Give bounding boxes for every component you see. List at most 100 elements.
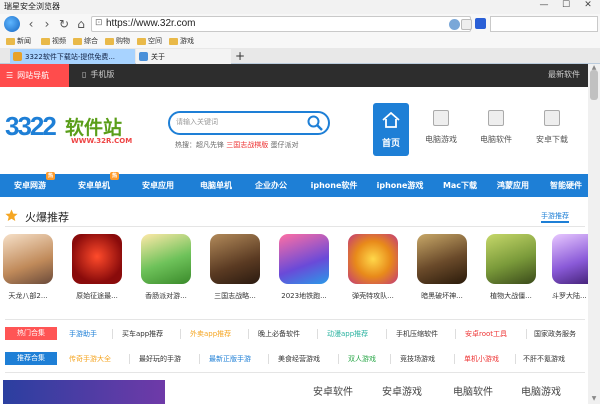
home-button[interactable]: ⌂ xyxy=(74,16,88,32)
app-icon xyxy=(3,234,53,284)
separator xyxy=(112,329,113,339)
hot-search-link[interactable]: 三国志战棋版 xyxy=(226,141,268,149)
app-item[interactable]: 暗黑破坏神... xyxy=(414,234,470,301)
collection-link[interactable]: 安卓root工具 xyxy=(465,329,507,339)
category-harmony[interactable]: 鸿蒙应用 xyxy=(487,174,539,197)
collection-link[interactable]: 美食经营游戏 xyxy=(278,354,320,364)
hot-search: 热搜：超凡先锋 三国志战棋版 蛋仔派对 xyxy=(175,141,299,149)
compat-mode-icon[interactable] xyxy=(449,19,460,30)
collection-link[interactable]: 传奇手游大全 xyxy=(69,354,111,364)
dropdown-icon[interactable] xyxy=(461,19,472,30)
maximize-button[interactable]: ☐ xyxy=(556,0,576,10)
separator xyxy=(248,329,249,339)
app-item[interactable]: 香肠派对游... xyxy=(138,234,194,301)
app-icon xyxy=(417,234,467,284)
app-icon xyxy=(141,234,191,284)
minimize-button[interactable]: — xyxy=(534,0,554,10)
separator xyxy=(390,354,391,364)
site-search-input[interactable]: 请输入关键词 xyxy=(168,111,330,135)
category-office[interactable]: 企业办公 xyxy=(243,174,299,197)
new-tab-button[interactable]: + xyxy=(235,49,245,63)
category-smart-hardware[interactable]: 智能硬件 xyxy=(540,174,592,197)
search-engine-icon[interactable] xyxy=(475,18,486,29)
pc-games-icon xyxy=(433,110,449,126)
separator xyxy=(526,329,527,339)
latest-software-link[interactable]: 最新软件 xyxy=(548,69,580,80)
category-android-apps[interactable]: 安卓应用 xyxy=(130,174,186,197)
app-item[interactable]: 原始征途最... xyxy=(69,234,125,301)
site-logo[interactable]: 3322 软件站 WWW.32R.COM xyxy=(5,107,145,151)
tab-android-games[interactable]: 安卓游戏 xyxy=(382,383,422,398)
tab-android-software[interactable]: 安卓软件 xyxy=(313,383,353,398)
tab-pc-software[interactable]: 电脑软件 xyxy=(453,383,493,398)
hot-search-link[interactable]: 超凡先锋 xyxy=(196,141,224,149)
collection-link[interactable]: 国家政务服务 xyxy=(534,329,576,339)
url-text[interactable]: https://www.32r.com xyxy=(106,18,195,29)
app-icon xyxy=(348,234,398,284)
mobile-version-link[interactable]: ▯ 手机版 xyxy=(82,69,114,80)
collection-link[interactable]: 不肝不氪游戏 xyxy=(523,354,565,364)
collection-link[interactable]: 动漫app推荐 xyxy=(327,329,368,339)
bookmark-games[interactable]: 游戏 xyxy=(169,35,194,47)
collection-link[interactable]: 晚上必备软件 xyxy=(258,329,300,339)
app-item[interactable]: 2023地铁跑... xyxy=(276,234,332,301)
category-mac[interactable]: Mac下载 xyxy=(434,174,486,197)
tab-32r[interactable]: 3322软件下载站-提供免费... xyxy=(10,49,135,64)
hot-badge: 热 xyxy=(110,172,120,180)
app-item[interactable]: 三国志战略... xyxy=(207,234,263,301)
category-iphone-software[interactable]: iphone软件 xyxy=(302,174,366,197)
bookmark-shopping[interactable]: 购物 xyxy=(105,35,130,47)
tab-about[interactable]: 关于 xyxy=(136,49,231,64)
collection-link[interactable]: 最好玩的手游 xyxy=(139,354,181,364)
bookmark-video[interactable]: 视频 xyxy=(41,35,66,47)
site-nav-button[interactable]: ☰ 网站导航 xyxy=(0,64,69,87)
refresh-button[interactable]: ↻ xyxy=(57,16,71,32)
collection-link[interactable]: 单机小游戏 xyxy=(464,354,499,364)
bookmark-space[interactable]: 空间 xyxy=(137,35,162,47)
collection-link[interactable]: 外卖app推荐 xyxy=(190,329,231,339)
category-android-online[interactable]: 安卓网游热 xyxy=(2,172,58,197)
promo-banner[interactable] xyxy=(3,380,165,404)
back-button[interactable]: ‹ xyxy=(24,16,38,32)
category-pc-single[interactable]: 电脑单机 xyxy=(188,174,244,197)
divider xyxy=(5,226,585,227)
home-icon xyxy=(382,112,400,128)
search-input[interactable] xyxy=(490,16,598,32)
bookmark-news[interactable]: 新闻 xyxy=(6,35,31,47)
divider xyxy=(5,372,585,373)
nav-pc-software[interactable]: 电脑软件 xyxy=(473,110,519,145)
category-android-single[interactable]: 安卓单机热 xyxy=(66,172,122,197)
tab-mobile-games[interactable]: 手游推荐 xyxy=(541,211,569,223)
forward-button[interactable]: › xyxy=(40,16,54,32)
divider xyxy=(5,319,585,320)
nav-home[interactable]: 首页 xyxy=(373,103,409,156)
separator xyxy=(338,354,339,364)
browser-logo-icon[interactable] xyxy=(4,16,20,32)
close-button[interactable]: ✕ xyxy=(578,0,598,10)
category-iphone-games[interactable]: iphone游戏 xyxy=(368,174,432,197)
scrollbar[interactable] xyxy=(588,64,600,404)
app-item[interactable]: 弹壳特攻队... xyxy=(345,234,401,301)
address-bar[interactable]: ⊡ https://www.32r.com xyxy=(91,16,472,32)
app-item[interactable]: 植物大战僵... xyxy=(483,234,539,301)
bookmark-general[interactable]: 综合 xyxy=(73,35,98,47)
app-icon xyxy=(210,234,260,284)
app-icon xyxy=(552,234,588,284)
collection-link[interactable]: 买车app推荐 xyxy=(122,329,163,339)
nav-android-download[interactable]: 安卓下载 xyxy=(529,110,575,145)
collection-link[interactable]: 最新正版手游 xyxy=(209,354,251,364)
separator xyxy=(515,354,516,364)
search-icon[interactable] xyxy=(306,114,324,132)
app-item[interactable]: 斗罗大陆... xyxy=(552,234,588,301)
collection-link[interactable]: 手游助手 xyxy=(69,329,97,339)
hot-collections-label: 热门合集 xyxy=(5,327,57,340)
app-item[interactable]: 天龙八部2... xyxy=(0,234,56,301)
scroll-down-arrow-icon[interactable]: ▼ xyxy=(588,395,600,403)
collection-link[interactable]: 竞技场游戏 xyxy=(400,354,435,364)
scrollbar-thumb[interactable] xyxy=(590,70,598,100)
nav-pc-games[interactable]: 电脑游戏 xyxy=(418,110,464,145)
collection-link[interactable]: 双人游戏 xyxy=(348,354,376,364)
tab-pc-games[interactable]: 电脑游戏 xyxy=(521,383,561,398)
hot-search-link[interactable]: 蛋仔派对 xyxy=(270,141,298,149)
collection-link[interactable]: 手机压缩软件 xyxy=(396,329,438,339)
